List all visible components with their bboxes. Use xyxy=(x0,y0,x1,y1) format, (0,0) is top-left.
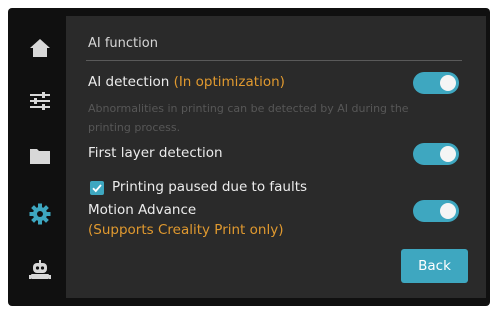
sidebar-item-files[interactable] xyxy=(14,136,66,176)
section-title: AI function xyxy=(88,36,158,51)
sidebar-item-tune[interactable] xyxy=(14,81,66,121)
ai-detection-description: Abnormalities in printing can be detecte… xyxy=(88,102,409,134)
ai-detection-label: AI detection xyxy=(88,74,170,90)
ai-detection-row: AI detection (In optimization) xyxy=(88,74,285,90)
first-layer-toggle[interactable] xyxy=(413,143,459,165)
toggle-knob xyxy=(440,203,456,219)
ai-detection-status: (In optimization) xyxy=(173,74,285,90)
back-button[interactable]: Back xyxy=(401,249,468,283)
motion-advance-toggle[interactable] xyxy=(413,200,459,222)
folder-icon xyxy=(30,149,50,164)
sidebar xyxy=(14,16,66,298)
toggle-knob xyxy=(440,146,456,162)
toggle-knob xyxy=(440,75,456,91)
ai-detection-toggle[interactable] xyxy=(413,72,459,94)
checkmark-icon xyxy=(92,184,102,193)
home-icon xyxy=(30,39,50,57)
robot-icon xyxy=(29,260,51,279)
sidebar-item-home[interactable] xyxy=(14,28,66,68)
section-divider xyxy=(86,60,462,61)
settings-panel: AI function AI detection (In optimizatio… xyxy=(66,16,486,298)
motion-advance-label: Motion Advance xyxy=(88,202,197,218)
sidebar-item-ai[interactable] xyxy=(14,250,66,290)
first-layer-label: First layer detection xyxy=(88,145,223,161)
sidebar-item-settings[interactable] xyxy=(14,194,66,234)
motion-advance-note: (Supports Creality Print only) xyxy=(88,222,284,238)
pause-on-fault-label: Printing paused due to faults xyxy=(112,179,308,195)
sliders-icon xyxy=(30,92,50,110)
gear-icon xyxy=(29,203,51,225)
pause-on-fault-checkbox[interactable] xyxy=(90,181,104,195)
